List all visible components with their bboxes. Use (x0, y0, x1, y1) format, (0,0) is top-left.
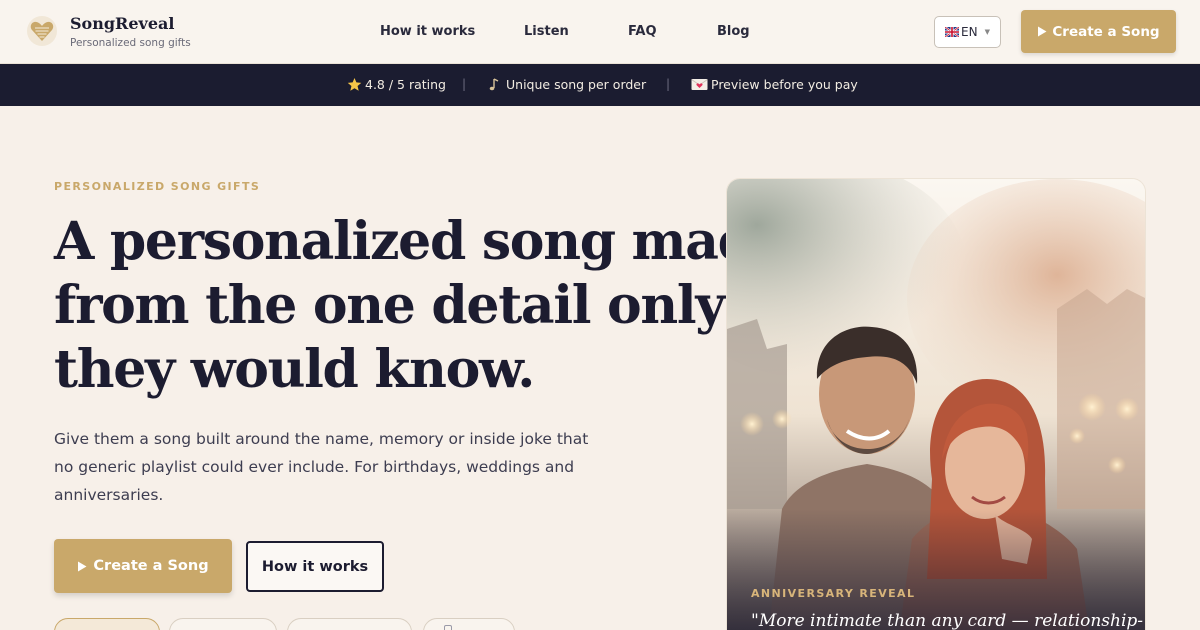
description-line: no generic playlist could ever include. … (54, 458, 575, 476)
description-line: anniversaries. (54, 486, 164, 504)
trust-bar: 4.8 / 5 rating | Unique song per order |… (0, 64, 1200, 106)
play-icon (78, 561, 87, 571)
how-it-works-label: How it works (261, 558, 369, 575)
nav-faq[interactable]: FAQ (628, 24, 657, 39)
create-song-label: Create a Song (93, 558, 209, 574)
language-selector[interactable]: EN ▼ (934, 16, 1001, 48)
card-label: ANNIVERSARY REVEAL (751, 587, 916, 600)
hero-description: Give them a song built around the name, … (54, 425, 594, 509)
trust-preview: Preview before you pay (691, 77, 858, 92)
nav-blog[interactable]: Blog (717, 24, 750, 39)
trust-unique-text: Unique song per order (506, 77, 647, 92)
trust-rating: 4.8 / 5 rating (347, 77, 446, 92)
brand-tagline: Personalized song gifts (70, 37, 191, 49)
create-song-header-button[interactable]: Create a Song (1021, 10, 1176, 53)
occasion-pill[interactable] (287, 618, 412, 630)
nav-listen[interactable]: Listen (524, 24, 569, 39)
couple-illustration (727, 179, 1145, 630)
brand-name[interactable]: SongReveal (70, 14, 174, 33)
hero-image-card: ANNIVERSARY REVEAL "More intimate than a… (726, 178, 1146, 630)
trust-rating-text: 4.8 / 5 rating (365, 77, 446, 92)
create-song-header-label: Create a Song (1052, 23, 1160, 40)
hero-headline: A personalized song made from the one de… (54, 210, 786, 402)
trust-preview-text: Preview before you pay (711, 77, 858, 92)
site-header: SongReveal Personalized song gifts How i… (0, 0, 1200, 64)
headline-line: from the one detail only (54, 275, 726, 336)
occasion-pill[interactable] (169, 618, 277, 630)
heart-logo-icon[interactable] (26, 14, 58, 48)
description-line: Give them a song built around the name, … (54, 430, 589, 448)
occasion-pill[interactable] (54, 618, 160, 630)
trust-unique: Unique song per order (488, 77, 646, 92)
nav-how-it-works[interactable]: How it works (380, 24, 475, 39)
language-code: EN (961, 25, 978, 39)
uk-flag-icon (945, 27, 960, 37)
create-song-button[interactable]: Create a Song (54, 539, 232, 593)
testimonial-quote: "More intimate than any card — relations… (751, 611, 1144, 630)
occasion-pill[interactable] (423, 618, 515, 630)
play-icon (1038, 26, 1047, 37)
trust-divider: | (666, 77, 671, 91)
trust-divider: | (462, 77, 467, 91)
chevron-down-icon: ▼ (984, 28, 990, 36)
star-icon (347, 77, 362, 91)
headline-line: they would know. (54, 339, 535, 400)
how-it-works-button[interactable]: How it works (246, 541, 384, 592)
music-note-icon (489, 77, 499, 90)
hero-eyebrow: PERSONALIZED SONG GIFTS (54, 180, 261, 193)
pill-icon (444, 625, 452, 630)
headline-line: A personalized song made (54, 211, 786, 272)
love-letter-icon (691, 79, 708, 90)
